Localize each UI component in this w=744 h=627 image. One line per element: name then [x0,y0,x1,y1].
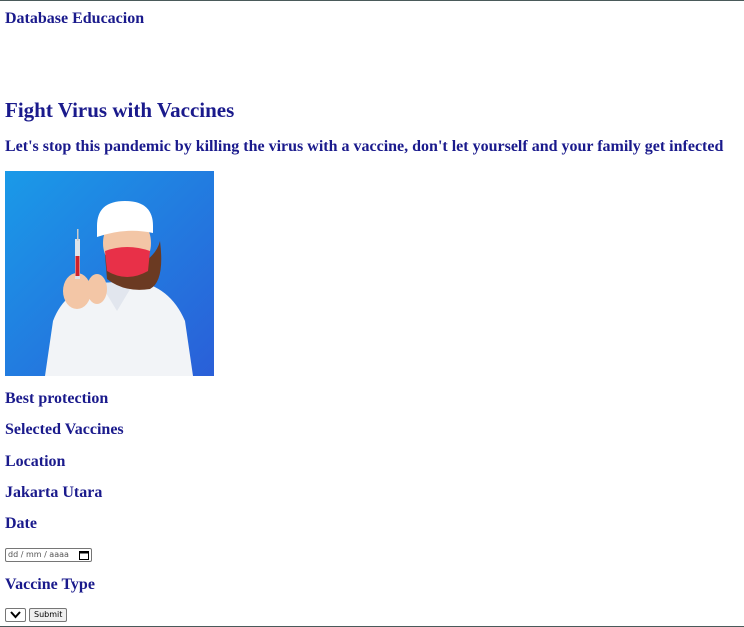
date-placeholder: dd / mm / aaaa [8,550,69,559]
best-protection-heading: Best protection [5,390,109,407]
location-label: Location [5,453,66,470]
submit-button[interactable]: Submit [29,608,68,622]
selected-vaccines-heading: Selected Vaccines [5,421,124,438]
brand-title: Database Educacion [5,10,145,27]
chevron-down-icon [10,611,21,619]
nurse-vaccine-image [5,171,214,376]
date-label: Date [5,515,37,532]
calendar-icon[interactable] [79,550,89,560]
hero-subtitle: Let's stop this pandemic by killing the … [5,138,724,155]
hero-title: Fight Virus with Vaccines [5,98,235,122]
vaccine-type-label: Vaccine Type [5,576,95,593]
location-value: Jakarta Utara [5,484,103,501]
vaccine-type-select[interactable] [5,608,26,622]
date-input[interactable]: dd / mm / aaaa [5,548,92,562]
